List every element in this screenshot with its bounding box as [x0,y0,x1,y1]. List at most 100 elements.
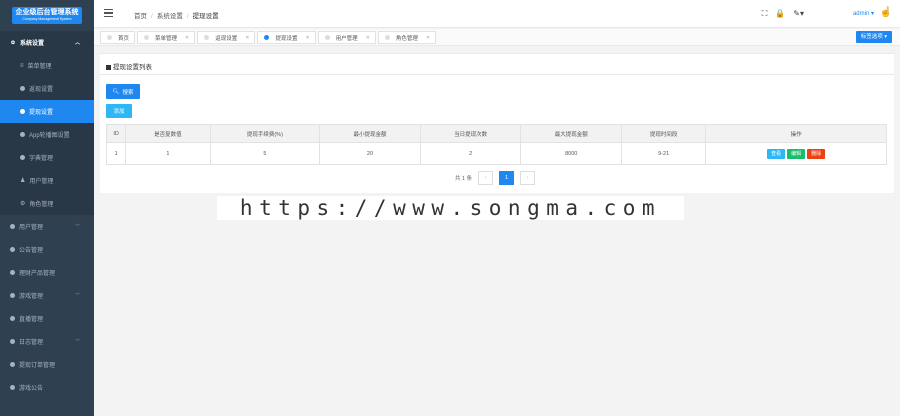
sidebar-item-game-announcements[interactable]: 游戏公告 [0,376,94,399]
search-icon: 🔍︎ [112,88,120,95]
tab-withdraw-settings[interactable]: 提现设置 ✕ [257,31,316,44]
table-cell: 2 [419,142,522,165]
sidebar-item-label: 直播管理 [19,317,44,323]
sidebar-item-announcements[interactable]: 公告管理 [0,238,94,261]
sidebar-menu: ✿ 系统设置 ︿ ≡ 菜单管理 返现设置 提现设置 App轮播图设置 字典管理 … [0,31,94,399]
sidebar-item-menu-management[interactable]: ≡ 菜单管理 [0,54,94,77]
tab-user-management[interactable]: 用户管理 ✕ [317,31,376,44]
next-page-button[interactable]: › [520,171,536,185]
sidebar-item-label: 游戏管理 [19,294,44,300]
tab-home[interactable]: 首页 [100,31,136,44]
tab-bar: 首页 菜单管理 ✕ 返现设置 ✕ 提现设置 ✕ 用户管理 ✕ 角色管理 ✕ 标签选项 ▾ [94,29,900,46]
tab-role-management[interactable]: 角色管理 ✕ [377,31,437,44]
close-icon[interactable]: ✕ [366,35,370,41]
role-icon: ⚙ [20,201,26,207]
sidebar-item-games[interactable]: 游戏管理 ﹀ [0,284,94,307]
column-header: 提现时间段 [621,124,707,143]
sidebar-item-withdraw-settings[interactable]: 提现设置 [0,100,94,123]
sidebar-item-label: 提现订单管理 [19,363,56,369]
fullscreen-icon[interactable]: ⛶ [762,9,768,19]
column-header: 提现手续费(%) [209,124,321,143]
sidebar-item-label: App轮播图设置 [29,133,70,139]
top-header: 首页 / 系统设置 / 提现设置 ⛶ 🔒 ✎▾ admin ▾ ☝ [94,0,900,28]
tab-label: 返现设置 [215,35,238,42]
close-icon[interactable]: ✕ [245,35,249,41]
gear-icon: ✿ [10,39,16,46]
dot-icon [324,35,330,40]
tab-label: 用户管理 [335,35,358,42]
table-cell: 1 [105,142,127,165]
delete-button[interactable]: 删除 [807,148,826,159]
sidebar-item-app-banner-settings[interactable]: App轮播图设置 [0,123,94,146]
sidebar-item-label: 菜单管理 [27,64,52,70]
dot-icon [107,35,112,40]
dot-icon [20,86,25,91]
lock-icon[interactable]: 🔒 [775,9,785,19]
user-menu[interactable]: admin ▾ [853,10,874,17]
prev-page-button[interactable]: ‹ [478,171,494,185]
panel-title-text: 提现设置列表 [113,64,152,71]
table-cell: 20 [319,142,421,165]
dot-icon [10,224,15,229]
sidebar-submenu: ≡ 菜单管理 返现设置 提现设置 App轮播图设置 字典管理 ♟ 用户管理 ⚙ … [0,54,94,215]
theme-icon[interactable]: ✎▾ [793,9,804,19]
watermark: https://www.songma.com [217,196,684,220]
dot-icon [10,247,15,252]
sidebar-item-user-management[interactable]: ♟ 用户管理 [0,169,94,192]
sidebar-item-label: 公告管理 [19,248,44,254]
chevron-down-icon: ﹀ [74,293,80,299]
sidebar-item-dictionary[interactable]: 字典管理 [0,146,94,169]
column-header: 最小提现金额 [319,124,421,143]
sidebar-item-role-management[interactable]: ⚙ 角色管理 [0,192,94,215]
tab-label: 提现设置 [275,35,298,42]
sidebar-item-cashback-settings[interactable]: 返现设置 [0,77,94,100]
pagination-total: 共 1 条 [455,176,473,182]
chevron-up-icon: ︿ [74,40,80,46]
sidebar-item-logs[interactable]: 日志管理 ﹀ [0,330,94,353]
edit-button[interactable]: 编辑 [787,148,806,159]
dot-icon [10,339,15,344]
add-button[interactable]: 添加 [106,104,132,118]
close-icon[interactable]: ✕ [426,35,430,41]
sidebar-item-users[interactable]: 用户管理 ﹀ [0,215,94,238]
menu-toggle-icon[interactable] [104,9,113,17]
table-header-row: ID 是否复数值 提现手续费(%) 最小提现金额 当日提现次数 最大提现金额 提… [105,124,887,143]
tab-cashback-settings[interactable]: 返现设置 ✕ [197,31,256,44]
tab-label: 角色管理 [395,35,418,42]
avatar[interactable]: ☝ [880,7,892,18]
sidebar-item-finance-products[interactable]: 理财产品管理 [0,261,94,284]
column-header: 操作 [705,124,887,143]
withdraw-settings-panel: 提现设置列表 🔍︎ 搜索 添加 ID 是否复数值 提现手续费(%) 最小提现金额 … [100,53,894,193]
sidebar-item-withdraw-orders[interactable]: 提现订单管理 [0,353,94,376]
add-button-label: 添加 [113,109,125,115]
sidebar-item-label: 用户管理 [29,179,54,185]
dot-icon [144,35,150,40]
breadcrumb-home[interactable]: 首页 [134,13,147,20]
sidebar-item-label: 理财产品管理 [19,271,56,277]
close-icon[interactable]: ✕ [305,35,309,41]
sidebar-item-label: 角色管理 [29,202,54,208]
table-cell: 1 [125,142,211,165]
page-button-current[interactable]: 1 [499,171,515,185]
view-button[interactable]: 查看 [767,148,786,159]
search-button[interactable]: 🔍︎ 搜索 [106,84,140,99]
logo-subtitle: Company Management System [22,17,72,21]
sidebar-item-live[interactable]: 直播管理 [0,307,94,330]
table-cell: 5 [209,142,321,165]
sidebar-item-system-settings[interactable]: ✿ 系统设置 ︿ [0,31,94,54]
tab-options-button[interactable]: 标签选项 ▾ [855,31,892,43]
close-icon[interactable]: ✕ [185,35,189,41]
breadcrumb-section[interactable]: 系统设置 [157,13,183,20]
user-name: admin [852,11,870,17]
dot-icon [20,109,25,114]
app-logo[interactable]: 企业级后台管理系统 Company Management System [12,7,82,24]
panel-title: 提现设置列表 [106,61,152,71]
row-actions: 查看 编辑 删除 [705,142,887,165]
sidebar-item-label: 游戏公告 [19,386,44,392]
tab-menu-management[interactable]: 菜单管理 ✕ [137,31,196,44]
sidebar: 企业级后台管理系统 Company Management System ✿ 系统… [0,0,94,416]
chevron-left-icon: ‹ [484,175,487,181]
sidebar-item-label: 系统设置 [20,41,45,47]
column-header: 当日提现次数 [419,124,522,143]
pagination: 共 1 条 ‹ 1 › [455,171,536,185]
